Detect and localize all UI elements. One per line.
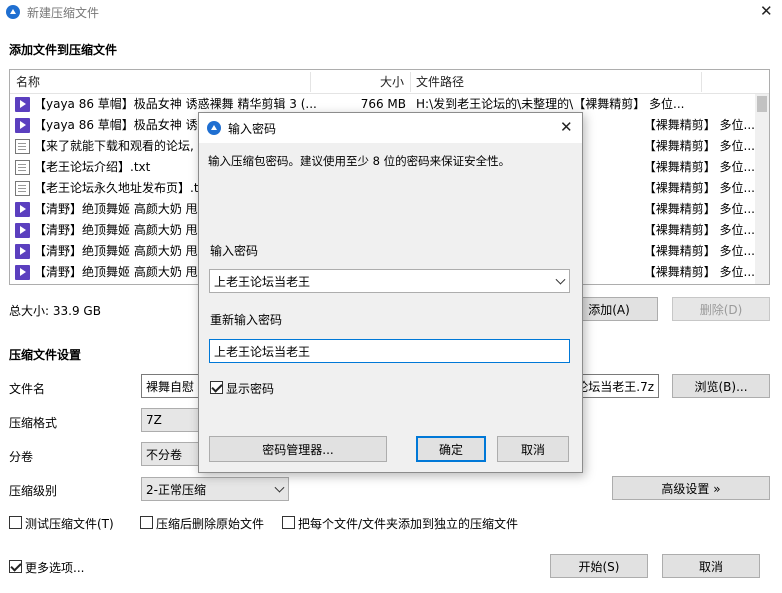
video-file-icon [15,265,30,280]
separate-archives-label[interactable]: 把每个文件/文件夹添加到独立的压缩文件 [298,515,518,532]
password-value: 上老王论坛当老王 [214,274,311,289]
filename-value-start: 裸舞自慰 [146,379,195,394]
show-password-checkbox[interactable] [210,381,223,394]
dialog-description: 输入压缩包密码。建议使用至少 8 位的密码来保证安全性。 [208,154,511,168]
browse-button[interactable]: 浏览(B)... [672,374,770,398]
confirm-password-label: 重新输入密码 [210,313,283,327]
password-manager-button[interactable]: 密码管理器... [209,436,387,462]
settings-heading: 压缩文件设置 [9,348,82,362]
format-value: 7Z [146,413,162,427]
chevron-down-icon [274,482,285,493]
files-section-heading: 添加文件到压缩文件 [9,43,118,57]
split-label: 分卷 [9,450,34,464]
dialog-body: 输入压缩包密码。建议使用至少 8 位的密码来保证安全性。 输入密码 上老王论坛当… [199,143,582,472]
dialog-cancel-button[interactable]: 取消 [497,436,569,462]
total-size: 总大小: 33.9 GB [9,304,101,318]
video-file-icon [15,97,30,112]
password-label: 输入密码 [210,244,259,258]
window-close-icon[interactable]: ✕ [760,4,773,19]
password-input[interactable]: 上老王论坛当老王 [209,269,570,293]
dialog-logo-icon [207,121,221,135]
separate-archives-checkbox[interactable] [282,516,295,529]
video-file-icon [15,202,30,217]
confirm-password-value: 上老王论坛当老王 [214,344,311,359]
text-file-icon [15,139,30,154]
format-label: 压缩格式 [9,416,58,430]
main-cancel-button[interactable]: 取消 [662,554,760,578]
delete-button[interactable]: 删除(D) [672,297,770,321]
column-header-name[interactable]: 名称 [16,70,40,94]
test-archive-checkbox[interactable] [9,516,22,529]
window-title: 新建压缩文件 [27,6,100,20]
more-options-checkbox[interactable] [9,560,22,573]
app-logo-icon [6,5,20,19]
chevron-down-icon[interactable] [555,274,566,285]
video-file-icon [15,244,30,259]
split-value: 不分卷 [146,447,183,462]
dialog-close-icon[interactable]: ✕ [560,120,573,135]
text-file-icon [15,181,30,196]
start-button[interactable]: 开始(S) [550,554,648,578]
level-select[interactable]: 2-正常压缩 [141,477,289,501]
delete-after-label[interactable]: 压缩后删除原始文件 [156,515,264,532]
confirm-password-input[interactable]: 上老王论坛当老王 [209,339,570,363]
more-options-label[interactable]: 更多选项... [25,559,84,576]
test-archive-label[interactable]: 测试压缩文件(T) [25,515,114,532]
video-file-icon [15,118,30,133]
password-dialog: 输入密码 ✕ 输入压缩包密码。建议使用至少 8 位的密码来保证安全性。 输入密码… [198,112,583,473]
delete-after-checkbox[interactable] [140,516,153,529]
advanced-settings-button[interactable]: 高级设置 » [612,476,770,500]
text-file-icon [15,160,30,175]
file-list-scrollbar[interactable] [755,94,769,284]
scrollbar-thumb[interactable] [757,96,767,112]
level-label: 压缩级别 [9,484,58,498]
show-password-label[interactable]: 显示密码 [226,380,274,397]
column-header-size[interactable]: 大小 [380,70,404,94]
video-file-icon [15,223,30,238]
column-header-path[interactable]: 文件路径 [416,70,464,94]
filename-value-end: 论坛当老王.7z [576,379,654,394]
window-titlebar [0,0,782,24]
ok-button[interactable]: 确定 [416,436,486,462]
filename-label: 文件名 [9,382,46,396]
dialog-title: 输入密码 [228,122,277,136]
file-list-header: 名称 大小 文件路径 [10,70,769,94]
level-value: 2-正常压缩 [146,482,206,497]
